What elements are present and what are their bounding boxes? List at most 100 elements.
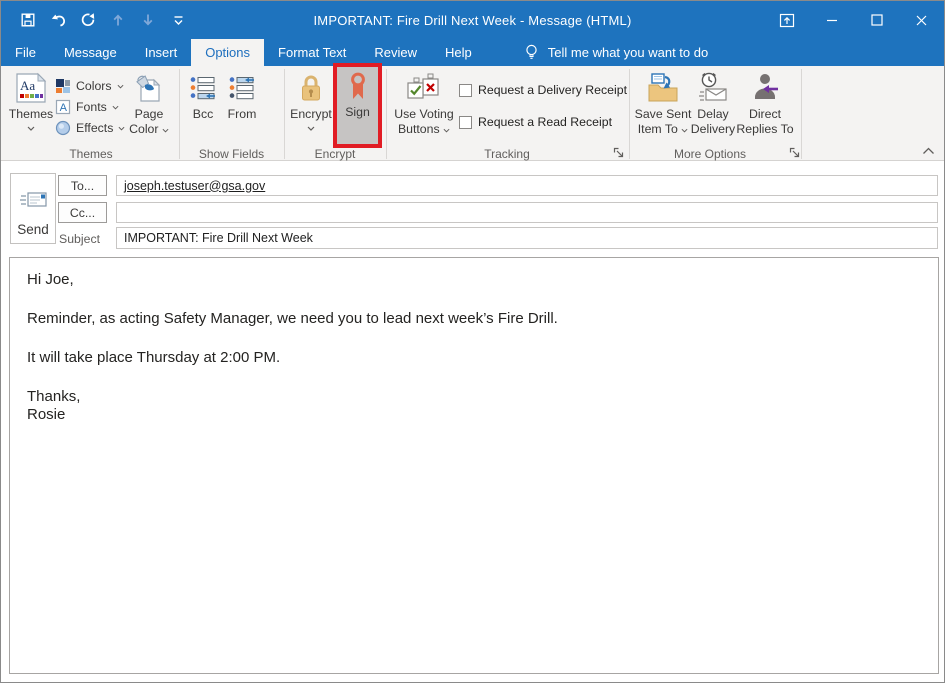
- person-reply-arrow-icon: [751, 69, 779, 107]
- compose-header: Send To... joseph.testuser@gsa.gov Cc...…: [1, 162, 944, 254]
- body-greeting: Hi Joe,: [27, 271, 918, 289]
- read-receipt-label: Request a Read Receipt: [478, 115, 612, 129]
- quick-access-toolbar: [15, 7, 191, 33]
- cc-button[interactable]: Cc...: [58, 202, 107, 223]
- group-divider: [801, 69, 802, 159]
- delay-delivery-button[interactable]: Delay Delivery: [687, 69, 739, 145]
- tab-help[interactable]: Help: [431, 39, 486, 66]
- maximize-icon: [871, 14, 883, 26]
- show-fields-group-label: Show Fields: [180, 147, 283, 161]
- undo-button[interactable]: [45, 7, 71, 33]
- collapse-ribbon-button[interactable]: [921, 144, 935, 158]
- subject-value: IMPORTANT: Fire Drill Next Week: [124, 231, 313, 245]
- collapse-ribbon-chevron-icon: [922, 147, 935, 155]
- window-controls: [764, 1, 944, 39]
- tab-label: Insert: [145, 45, 178, 60]
- send-envelope-icon: [19, 188, 47, 212]
- theme-colors-label: Colors: [76, 79, 112, 93]
- themes-button[interactable]: Aa Themes: [7, 69, 55, 145]
- themes-label: Themes: [9, 107, 53, 122]
- chevron-down-icon: [27, 126, 35, 131]
- send-label: Send: [17, 222, 49, 237]
- minimize-icon: [826, 14, 838, 26]
- chevron-down-icon: [443, 128, 450, 133]
- move-up-button[interactable]: [105, 7, 131, 33]
- toolbar-options-icon: [173, 14, 184, 26]
- ribbon-display-options-button[interactable]: [764, 1, 809, 39]
- use-voting-buttons-button[interactable]: Use Voting Buttons: [393, 69, 455, 145]
- to-button-label: To...: [71, 179, 94, 193]
- tab-label: Review: [374, 45, 417, 60]
- page-color-icon: [133, 69, 165, 107]
- move-down-button[interactable]: [135, 7, 161, 33]
- subject-field[interactable]: IMPORTANT: Fire Drill Next Week: [116, 227, 938, 249]
- arrow-down-icon: [140, 12, 156, 28]
- award-ribbon-icon: [347, 67, 369, 105]
- close-icon: [915, 14, 928, 27]
- tab-insert[interactable]: Insert: [131, 39, 192, 66]
- bcc-label: Bcc: [193, 107, 214, 122]
- maximize-button[interactable]: [854, 1, 899, 39]
- bcc-button[interactable]: Bcc: [183, 69, 223, 145]
- sign-button[interactable]: Sign: [337, 67, 378, 144]
- tab-review[interactable]: Review: [360, 39, 431, 66]
- tell-me-label: Tell me what you want to do: [548, 45, 708, 60]
- send-button[interactable]: Send: [10, 173, 56, 244]
- from-fields-icon: [229, 69, 255, 107]
- themes-aa-icon: Aa: [15, 69, 47, 107]
- outlook-message-window: IMPORTANT: Fire Drill Next Week - Messag…: [0, 0, 945, 683]
- save-button[interactable]: [15, 7, 41, 33]
- cc-button-label: Cc...: [70, 206, 95, 220]
- theme-effects-button[interactable]: Effects: [55, 118, 125, 138]
- tab-message[interactable]: Message: [50, 39, 131, 66]
- save-sent-item-to-button[interactable]: Save Sent Item To: [631, 69, 695, 145]
- dialog-launcher-icon: [789, 147, 800, 158]
- encrypt-button[interactable]: Encrypt: [289, 69, 333, 145]
- tab-format-text[interactable]: Format Text: [264, 39, 360, 66]
- save-sent-item-to-label: Save Sent Item To: [631, 107, 695, 136]
- themes-group-label: Themes: [7, 147, 175, 161]
- theme-effects-icon: [55, 120, 71, 136]
- folder-save-sent-icon: [646, 69, 680, 107]
- to-field[interactable]: joseph.testuser@gsa.gov: [116, 175, 938, 196]
- redo-button[interactable]: [75, 7, 101, 33]
- from-button[interactable]: From: [222, 69, 262, 145]
- tab-label: Options: [205, 45, 250, 60]
- tab-label: File: [15, 45, 36, 60]
- cc-field[interactable]: [116, 202, 938, 223]
- page-color-label: Page Color: [123, 107, 175, 136]
- customize-quick-access-toolbar-button[interactable]: [165, 7, 191, 33]
- tell-me-search[interactable]: Tell me what you want to do: [524, 39, 708, 66]
- checkbox-unchecked: [459, 84, 472, 97]
- request-read-receipt-checkbox[interactable]: Request a Read Receipt: [459, 115, 612, 129]
- chevron-down-icon: [307, 126, 315, 131]
- checkbox-unchecked: [459, 116, 472, 129]
- delivery-receipt-label: Request a Delivery Receipt: [478, 83, 627, 97]
- group-divider: [284, 69, 285, 159]
- tab-options[interactable]: Options: [191, 39, 264, 66]
- close-button[interactable]: [899, 1, 944, 39]
- tab-label: Message: [64, 45, 117, 60]
- bcc-fields-icon: [190, 69, 216, 107]
- theme-fonts-icon: A: [55, 99, 71, 115]
- tracking-group-label: Tracking: [387, 147, 627, 161]
- clock-envelope-icon: [696, 69, 730, 107]
- direct-replies-to-button[interactable]: Direct Replies To: [735, 69, 795, 145]
- from-label: From: [228, 107, 257, 122]
- request-delivery-receipt-checkbox[interactable]: Request a Delivery Receipt: [459, 83, 627, 97]
- page-color-button[interactable]: Page Color: [123, 69, 175, 145]
- theme-fonts-label: Fonts: [76, 100, 107, 114]
- tab-file[interactable]: File: [1, 39, 50, 66]
- theme-colors-button[interactable]: Colors: [55, 76, 124, 96]
- direct-replies-to-label: Direct Replies To: [735, 107, 795, 136]
- message-body-editor[interactable]: Hi Joe, Reminder, as acting Safety Manag…: [9, 257, 939, 674]
- save-icon: [20, 12, 36, 28]
- lightbulb-icon: [524, 44, 539, 61]
- undo-icon: [50, 12, 67, 28]
- to-recipient-address[interactable]: joseph.testuser@gsa.gov: [124, 179, 265, 193]
- body-closing: Thanks,: [27, 388, 918, 406]
- ribbon-display-options-icon: [779, 13, 795, 28]
- minimize-button[interactable]: [809, 1, 854, 39]
- to-button[interactable]: To...: [58, 175, 107, 196]
- theme-fonts-button[interactable]: A Fonts: [55, 97, 119, 117]
